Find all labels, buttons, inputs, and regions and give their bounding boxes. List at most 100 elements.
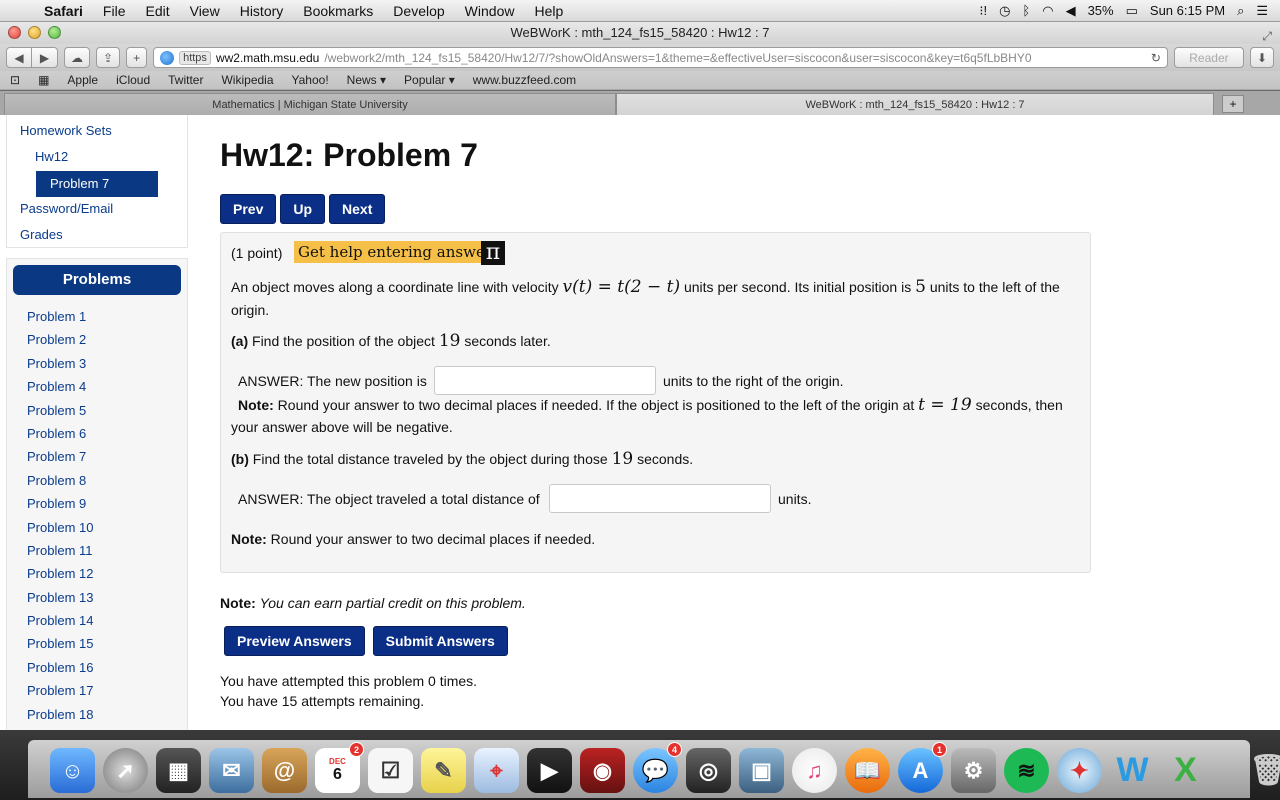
problem-link-16[interactable]: Problem 16 <box>7 656 187 679</box>
back-button[interactable]: ◀ <box>6 47 32 68</box>
itunes-icon[interactable]: ♫ <box>792 748 837 793</box>
bluetooth-icon[interactable]: ᛒ <box>1022 3 1030 18</box>
bookmark-buzzfeed[interactable]: www.buzzfeed.com <box>473 73 576 87</box>
mail-icon[interactable]: ✉ <box>209 748 254 793</box>
bookmark-apple[interactable]: Apple <box>67 73 98 87</box>
problem-link-3[interactable]: Problem 3 <box>7 352 187 375</box>
bookmark-popular[interactable]: Popular ▾ <box>404 73 455 87</box>
bookmark-news[interactable]: News ▾ <box>347 73 386 87</box>
preview-answers-button[interactable]: Preview Answers <box>224 626 365 656</box>
menu-develop[interactable]: Develop <box>383 0 454 22</box>
iphoto-icon[interactable]: ▣ <box>739 748 784 793</box>
menu-edit[interactable]: Edit <box>135 0 179 22</box>
tab-webwork[interactable]: WeBWorK : mth_124_fs15_58420 : Hw12 : 7 <box>616 93 1214 115</box>
menu-app[interactable]: Safari <box>34 0 93 22</box>
menu-view[interactable]: View <box>180 0 230 22</box>
link-homework-sets[interactable]: Homework Sets <box>20 123 112 138</box>
reminders-icon[interactable]: ☑ <box>368 748 413 793</box>
reload-icon[interactable]: ↻ <box>1151 51 1161 65</box>
help-entering-answers-link[interactable]: Get help entering answers <box>294 241 504 263</box>
new-tab-button[interactable]: + <box>126 47 148 68</box>
pi-icon[interactable]: π <box>481 241 505 265</box>
contacts-icon[interactable]: @ <box>262 748 307 793</box>
notes-icon[interactable]: ✎ <box>421 748 466 793</box>
battery-icon[interactable]: ▭ <box>1126 3 1138 19</box>
menu-window[interactable]: Window <box>455 0 525 22</box>
photo-booth-icon[interactable]: ◉ <box>580 748 625 793</box>
wifi-icon[interactable]: ◠ <box>1042 3 1053 19</box>
menu-file[interactable]: File <box>93 0 136 22</box>
answer-b-input[interactable] <box>549 484 771 513</box>
time-machine-icon[interactable]: ◷ <box>999 3 1010 19</box>
next-button[interactable]: Next <box>329 194 386 224</box>
trash-icon[interactable]: 🗑 <box>1246 748 1280 793</box>
link-grades[interactable]: Grades <box>20 227 63 242</box>
up-button[interactable]: Up <box>280 194 326 224</box>
problem-link-8[interactable]: Problem 8 <box>7 469 187 492</box>
link-hw12[interactable]: Hw12 <box>35 149 68 164</box>
problem-link-4[interactable]: Problem 4 <box>7 375 187 398</box>
spotlight-icon[interactable]: ⌕ <box>1237 3 1244 19</box>
menu-bookmarks[interactable]: Bookmarks <box>293 0 383 22</box>
bookmark-icloud[interactable]: iCloud <box>116 73 150 87</box>
problem-link-10[interactable]: Problem 10 <box>7 516 187 539</box>
forward-button[interactable]: ▶ <box>32 47 58 68</box>
top-sites-icon[interactable]: ▦ <box>38 73 49 87</box>
tab-msu-mathematics[interactable]: Mathematics | Michigan State University <box>4 93 616 115</box>
close-window-icon[interactable] <box>8 26 21 39</box>
zoom-window-icon[interactable] <box>48 26 61 39</box>
url-host: ww2.math.msu.edu <box>215 50 320 65</box>
submit-answers-button[interactable]: Submit Answers <box>372 626 508 656</box>
problem-link-5[interactable]: Problem 5 <box>7 399 187 422</box>
word-icon[interactable]: W <box>1110 748 1155 793</box>
problem-link-12[interactable]: Problem 12 <box>7 562 187 585</box>
problem-link-2[interactable]: Problem 2 <box>7 328 187 351</box>
notification-center-icon[interactable]: ☰ <box>1256 3 1268 19</box>
battery-percent[interactable]: 35% <box>1088 3 1114 18</box>
excel-icon[interactable]: X <box>1163 748 1208 793</box>
maps-icon[interactable]: ⌖ <box>474 748 519 793</box>
problem-link-6[interactable]: Problem 6 <box>7 422 187 445</box>
add-tab-button[interactable]: + <box>1222 95 1244 113</box>
answer-a-input[interactable] <box>434 366 656 395</box>
link-current-problem[interactable]: Problem 7 <box>36 171 158 197</box>
finder-icon[interactable]: ☺ <box>50 748 95 793</box>
address-bar[interactable]: https ww2.math.msu.edu/webwork2/mth_124_… <box>153 47 1168 68</box>
problem-link-9[interactable]: Problem 9 <box>7 492 187 515</box>
prev-button[interactable]: Prev <box>220 194 277 224</box>
problem-link-18[interactable]: Problem 18 <box>7 703 187 726</box>
app-store-icon[interactable]: A 1 <box>898 742 947 793</box>
facetime-icon[interactable]: ◎ <box>686 748 731 793</box>
reading-list-icon[interactable]: ⊡ <box>10 73 20 87</box>
problem-link-15[interactable]: Problem 15 <box>7 632 187 655</box>
problem-link-13[interactable]: Problem 13 <box>7 586 187 609</box>
menu-history[interactable]: History <box>230 0 294 22</box>
volume-icon[interactable]: ◀ <box>1066 3 1076 19</box>
clock[interactable]: Sun 6:15 PM <box>1150 3 1225 18</box>
safari-icon[interactable]: ✦ <box>1057 748 1102 793</box>
system-preferences-icon[interactable]: ⚙ <box>951 748 996 793</box>
minimize-window-icon[interactable] <box>28 26 41 39</box>
problem-link-1[interactable]: Problem 1 <box>7 305 187 328</box>
mission-control-icon[interactable]: ▦ <box>156 748 201 793</box>
video-thumbnail-icon[interactable]: ▶ <box>527 748 572 793</box>
bookmark-twitter[interactable]: Twitter <box>168 73 203 87</box>
launchpad-icon[interactable]: ➚ <box>103 748 148 793</box>
reader-button[interactable]: Reader <box>1173 47 1244 68</box>
link-password-email[interactable]: Password/Email <box>20 201 113 216</box>
spotify-icon[interactable]: ≋ <box>1004 748 1049 793</box>
problem-link-17[interactable]: Problem 17 <box>7 679 187 702</box>
icloud-tabs-button[interactable]: ☁ <box>64 47 90 68</box>
bookmark-wikipedia[interactable]: Wikipedia <box>221 73 273 87</box>
problem-link-14[interactable]: Problem 14 <box>7 609 187 632</box>
ibooks-icon[interactable]: 📖 <box>845 748 890 793</box>
activity-icon[interactable]: ⁝! <box>979 3 987 19</box>
downloads-button[interactable]: ⬇ <box>1249 47 1274 68</box>
calendar-icon[interactable]: DEC 6 2 <box>315 742 364 793</box>
messages-icon[interactable]: 💬 4 <box>633 742 682 793</box>
problem-link-7[interactable]: Problem 7 <box>7 445 187 468</box>
bookmark-yahoo[interactable]: Yahoo! <box>292 73 329 87</box>
menu-help[interactable]: Help <box>524 0 573 22</box>
problem-link-11[interactable]: Problem 11 <box>7 539 187 562</box>
share-button[interactable]: ⇪ <box>96 47 121 68</box>
